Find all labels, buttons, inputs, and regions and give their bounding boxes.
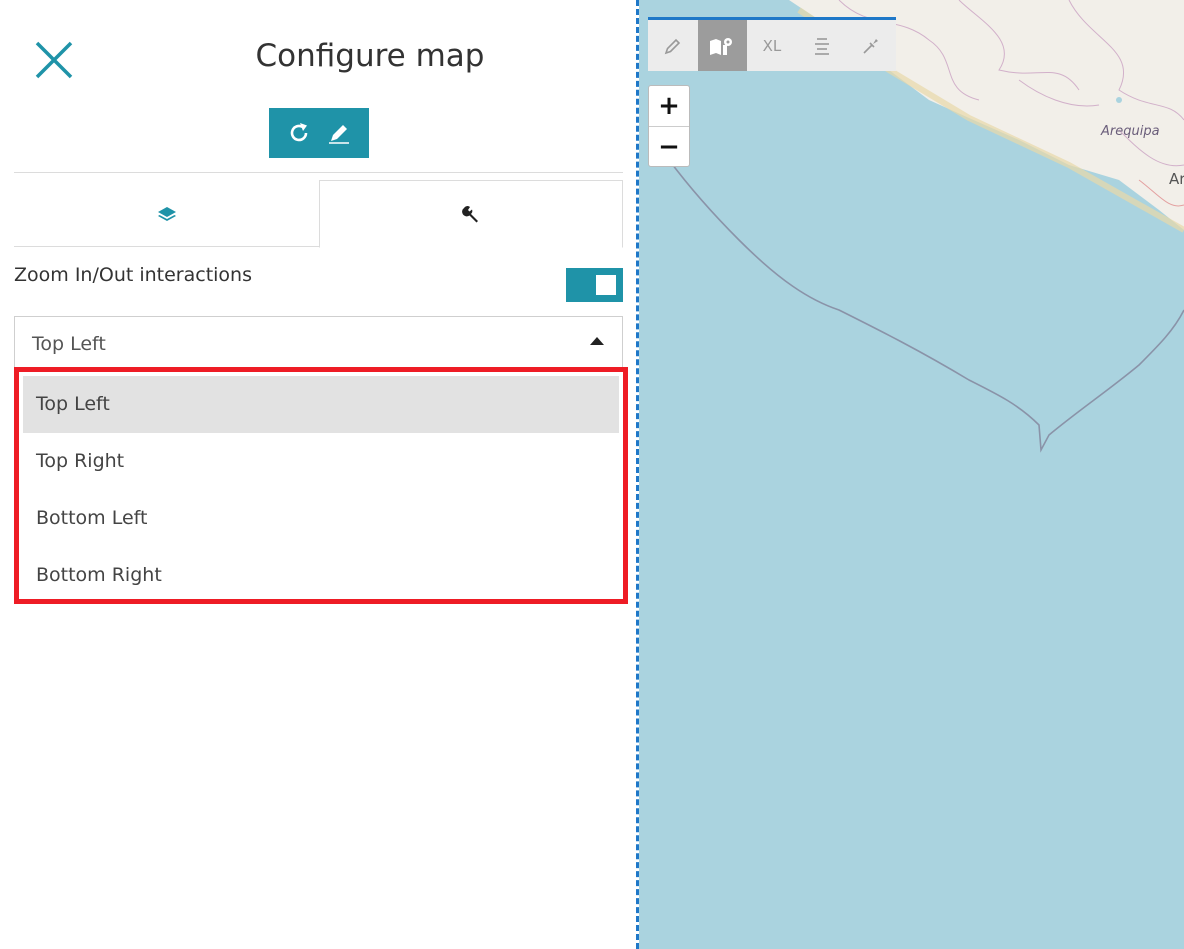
map-gear-icon xyxy=(710,37,733,55)
tab-layers[interactable] xyxy=(14,180,319,247)
zoom-position-select[interactable]: Top Left xyxy=(14,316,623,368)
panel-tabs xyxy=(14,180,623,248)
close-icon xyxy=(35,41,73,79)
map-label-arequipa: Arequipa xyxy=(1101,124,1160,139)
app-root: Configure map Zoom In/Out interactions T… xyxy=(0,0,1184,949)
edit-button[interactable] xyxy=(327,121,351,145)
map-canvas xyxy=(668,0,1184,453)
header-divider xyxy=(14,172,623,173)
zoom-interactions-toggle[interactable] xyxy=(566,268,623,302)
tab-settings[interactable] xyxy=(319,180,623,248)
zoom-position-dropdown: Top Left Top Right Bottom Left Bottom Ri… xyxy=(14,367,628,604)
option-bottom-left[interactable]: Bottom Left xyxy=(23,490,619,547)
map-toolbar: XL xyxy=(648,17,896,71)
pencil-icon xyxy=(664,38,680,54)
align-tool[interactable] xyxy=(797,20,847,71)
edit-tool[interactable] xyxy=(648,20,698,71)
align-icon xyxy=(814,37,829,55)
action-button-group xyxy=(269,108,369,158)
panel-title: Configure map xyxy=(255,38,485,74)
zoom-in-button[interactable]: + xyxy=(649,86,689,126)
refresh-icon xyxy=(290,123,308,142)
map-settings-tool[interactable] xyxy=(697,20,748,71)
map-zoom-control: + − xyxy=(648,85,690,167)
eyedropper-tool[interactable] xyxy=(846,20,896,71)
map-label-arequipa-clipped: Are xyxy=(1169,170,1184,188)
option-bottom-right[interactable]: Bottom Right xyxy=(23,547,619,604)
toggle-knob xyxy=(596,275,616,295)
caret-up-icon xyxy=(590,337,604,345)
pencil-icon xyxy=(329,125,349,144)
configure-map-panel: Configure map Zoom In/Out interactions T… xyxy=(0,0,636,949)
wrench-icon xyxy=(462,206,478,223)
zoom-out-button[interactable]: − xyxy=(649,126,689,166)
zoom-interactions-label: Zoom In/Out interactions xyxy=(14,264,253,286)
close-button[interactable] xyxy=(34,40,74,80)
size-tool[interactable]: XL xyxy=(747,20,797,71)
eyedropper-icon xyxy=(863,38,879,54)
refresh-button[interactable] xyxy=(287,121,311,145)
select-value: Top Left xyxy=(32,333,106,355)
option-top-left[interactable]: Top Left xyxy=(23,376,619,433)
map-view[interactable]: Arequipa Are XL xyxy=(639,0,1184,949)
layers-icon xyxy=(157,206,176,221)
option-top-right[interactable]: Top Right xyxy=(23,433,619,490)
